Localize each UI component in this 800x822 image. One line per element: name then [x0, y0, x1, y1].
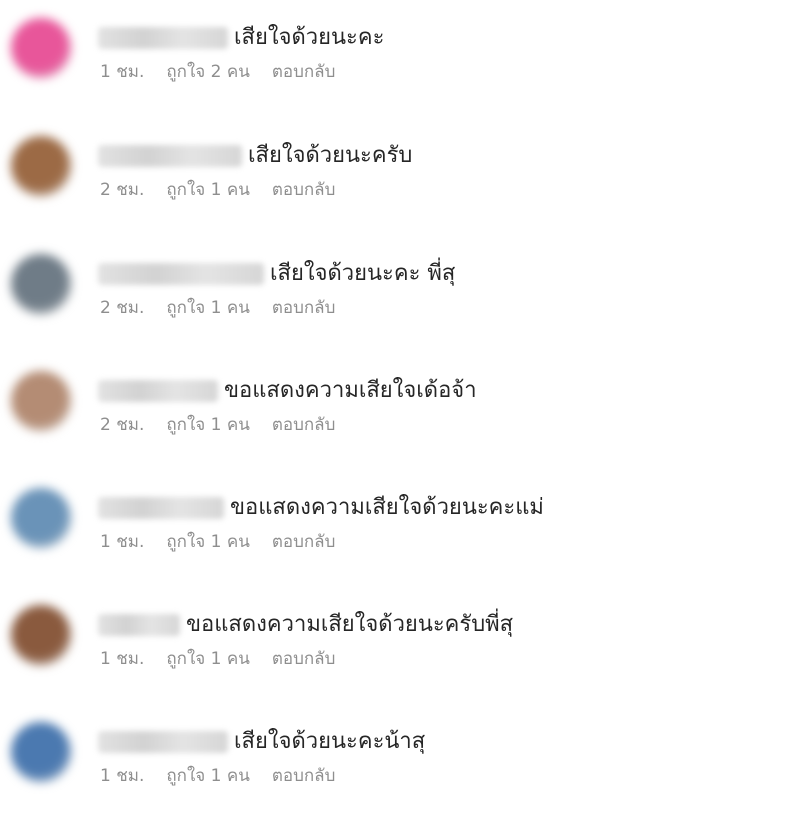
avatar[interactable] — [11, 722, 71, 782]
reply-button[interactable]: ตอบกลับ — [272, 60, 336, 84]
username-blurred[interactable] — [98, 731, 228, 753]
comment-text: ขอแสดงความเสียใจด้วยนะครับพี่สุ — [186, 612, 514, 637]
comment-meta: 1 ชม. ถูกใจ 1 คน ตอบกลับ — [100, 530, 357, 554]
comment-text: ขอแสดงความเสียใจเด้อจ้า — [224, 378, 477, 403]
comment-meta: 2 ชม. ถูกใจ 1 คน ตอบกลับ — [100, 413, 357, 437]
comment-time: 1 ชม. — [100, 649, 145, 669]
comment-item: เสียใจด้วยนะคะ พี่สุ 2 ชม. ถูกใจ 1 คน ตอบก… — [0, 254, 800, 354]
comment-meta: 1 ชม. ถูกใจ 1 คน ตอบกลับ — [100, 764, 357, 788]
comment-item: เสียใจด้วยนะคะ 1 ชม. ถูกใจ 2 คน ตอบกลับ — [0, 18, 800, 118]
likes-count[interactable]: ถูกใจ 1 คน — [166, 764, 249, 788]
comment-time: 2 ชม. — [100, 298, 145, 318]
avatar[interactable] — [11, 371, 71, 431]
avatar[interactable] — [11, 254, 71, 314]
username-blurred[interactable] — [98, 27, 228, 49]
likes-count[interactable]: ถูกใจ 1 คน — [166, 296, 249, 320]
comment-time: 1 ชม. — [100, 766, 145, 786]
comment-text: เสียใจด้วยนะคะน้าสุ — [234, 729, 426, 754]
comment-item: ขอแสดงความเสียใจเด้อจ้า 2 ชม. ถูกใจ 1 คน ต… — [0, 371, 800, 471]
comment-time: 1 ชม. — [100, 532, 145, 552]
likes-count[interactable]: ถูกใจ 1 คน — [166, 647, 249, 671]
comment-item: เสียใจด้วยนะคะน้าสุ 1 ชม. ถูกใจ 1 คน ตอบกล… — [0, 722, 800, 822]
comment-meta: 1 ชม. ถูกใจ 1 คน ตอบกลับ — [100, 647, 357, 671]
avatar[interactable] — [11, 18, 71, 78]
reply-button[interactable]: ตอบกลับ — [272, 530, 336, 554]
comment-text: เสียใจด้วยนะคะ พี่สุ — [270, 261, 456, 286]
comment-item: เสียใจด้วยนะครับ 2 ชม. ถูกใจ 1 คน ตอบกลับ — [0, 136, 800, 236]
comment-time: 2 ชม. — [100, 180, 145, 200]
reply-button[interactable]: ตอบกลับ — [272, 647, 336, 671]
avatar[interactable] — [11, 488, 71, 548]
likes-count[interactable]: ถูกใจ 2 คน — [166, 60, 249, 84]
username-blurred[interactable] — [98, 145, 242, 167]
comment-time: 2 ชม. — [100, 415, 145, 435]
reply-button[interactable]: ตอบกลับ — [272, 764, 336, 788]
avatar[interactable] — [11, 136, 71, 196]
username-blurred[interactable] — [98, 263, 264, 285]
comment-text: ขอแสดงความเสียใจด้วยนะคะแม่ — [230, 495, 544, 520]
comment-text: เสียใจด้วยนะคะ — [234, 25, 385, 50]
comment-meta: 2 ชม. ถูกใจ 1 คน ตอบกลับ — [100, 296, 357, 320]
username-blurred[interactable] — [98, 380, 218, 402]
likes-count[interactable]: ถูกใจ 1 คน — [166, 178, 249, 202]
comment-item: ขอแสดงความเสียใจด้วยนะครับพี่สุ 1 ชม. ถูก… — [0, 605, 800, 705]
reply-button[interactable]: ตอบกลับ — [272, 296, 336, 320]
comment-text: เสียใจด้วยนะครับ — [248, 143, 413, 168]
likes-count[interactable]: ถูกใจ 1 คน — [166, 530, 249, 554]
reply-button[interactable]: ตอบกลับ — [272, 413, 336, 437]
avatar[interactable] — [11, 605, 71, 665]
comment-meta: 1 ชม. ถูกใจ 2 คน ตอบกลับ — [100, 60, 357, 84]
comment-time: 1 ชม. — [100, 62, 145, 82]
comment-meta: 2 ชม. ถูกใจ 1 คน ตอบกลับ — [100, 178, 357, 202]
username-blurred[interactable] — [98, 497, 224, 519]
likes-count[interactable]: ถูกใจ 1 คน — [166, 413, 249, 437]
reply-button[interactable]: ตอบกลับ — [272, 178, 336, 202]
comment-item: ขอแสดงความเสียใจด้วยนะคะแม่ 1 ชม. ถูกใจ 1… — [0, 488, 800, 588]
username-blurred[interactable] — [98, 614, 180, 636]
